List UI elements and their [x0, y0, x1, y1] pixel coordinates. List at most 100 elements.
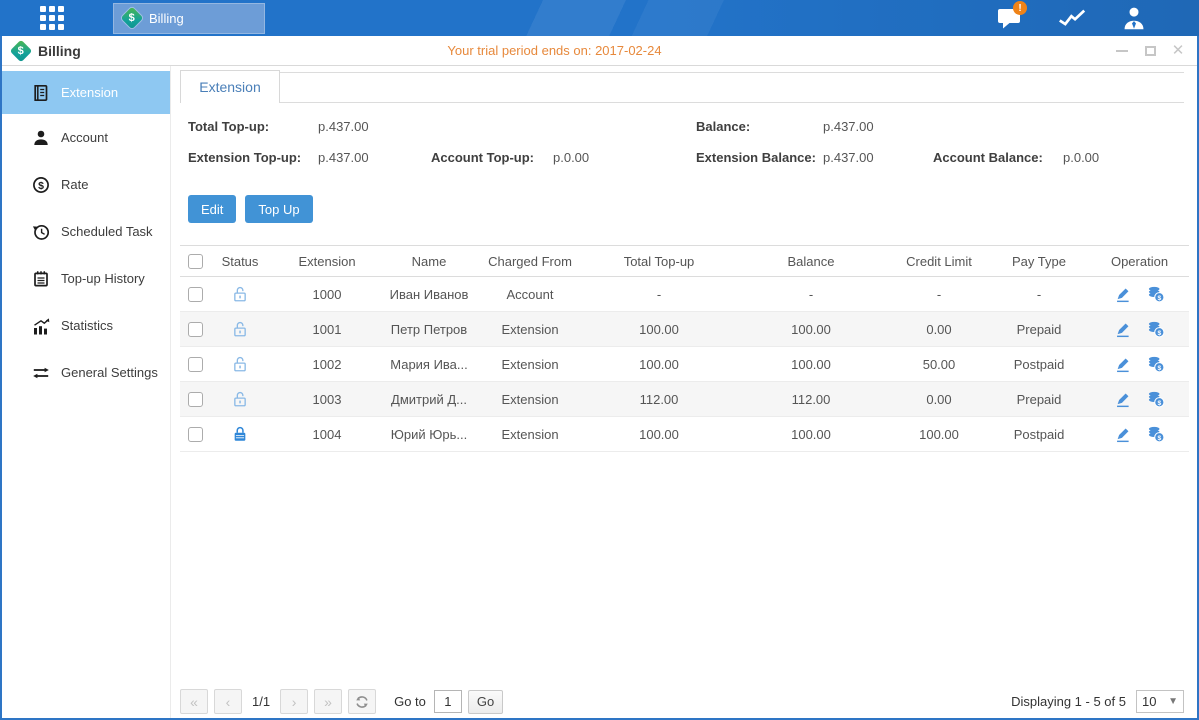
svg-text:$: $	[1157, 295, 1161, 302]
cell-pay-type: Prepaid	[988, 392, 1090, 407]
cell-balance: 100.00	[732, 357, 890, 372]
row-checkbox[interactable]	[188, 322, 203, 337]
edit-row-button[interactable]	[1114, 391, 1131, 408]
close-icon[interactable]: ✕	[1171, 44, 1185, 58]
topup-coins-icon: $	[1147, 320, 1165, 338]
app-grid-icon[interactable]	[37, 3, 67, 33]
row-checkbox[interactable]	[188, 392, 203, 407]
minimize-icon[interactable]	[1115, 44, 1129, 58]
window-title-bar: $ Billing Your trial period ends on: 201…	[2, 36, 1197, 66]
balance-summary: Total Top-up:p.437.00 Balance:p.437.00 E…	[171, 103, 1197, 175]
sidebar-item-rate[interactable]: $ Rate	[2, 161, 170, 208]
tab-extension[interactable]: Extension	[180, 70, 280, 103]
cell-charged-from: Extension	[474, 427, 586, 442]
select-all-checkbox[interactable]	[188, 254, 203, 269]
page-size-value: 10	[1142, 694, 1156, 709]
topup-row-button[interactable]: $	[1147, 390, 1165, 408]
sidebar-item-account[interactable]: Account	[2, 114, 170, 161]
tab-bar: Extension	[171, 70, 1197, 103]
cell-total-topup: 100.00	[586, 322, 732, 337]
cell-pay-type: Postpaid	[988, 357, 1090, 372]
cell-balance: 100.00	[732, 322, 890, 337]
cell-balance: -	[732, 287, 890, 302]
prev-page-button[interactable]: ‹	[214, 689, 242, 714]
edit-pencil-icon	[1114, 391, 1131, 408]
cell-extension: 1002	[270, 357, 384, 372]
edit-row-button[interactable]	[1114, 356, 1131, 373]
cell-credit-limit: 100.00	[890, 427, 988, 442]
unlocked-icon	[232, 390, 248, 408]
statistics-bar-chart-icon	[32, 317, 50, 335]
sidebar-item-label: Account	[61, 130, 108, 145]
first-page-button[interactable]: «	[180, 689, 208, 714]
goto-page-input[interactable]	[434, 690, 462, 713]
page-size-select[interactable]: 10 ▼	[1136, 690, 1184, 713]
cell-charged-from: Extension	[474, 357, 586, 372]
sidebar-item-label: Rate	[61, 177, 88, 192]
user-account-icon[interactable]	[1117, 5, 1151, 31]
extension-topup-stat: Extension Top-up:p.437.00	[188, 150, 369, 165]
maximize-icon[interactable]	[1143, 44, 1157, 58]
cell-name: Дмитрий Д...	[384, 392, 474, 407]
edit-row-button[interactable]	[1114, 426, 1131, 443]
cell-total-topup: -	[586, 287, 732, 302]
billing-window: $ Billing Your trial period ends on: 201…	[0, 36, 1199, 720]
topup-coins-icon: $	[1147, 425, 1165, 443]
messages-icon[interactable]: !	[993, 5, 1027, 31]
table-body: 1000Иван ИвановAccount----$1001Петр Петр…	[180, 277, 1189, 452]
sidebar-item-statistics[interactable]: Statistics	[2, 302, 170, 349]
cell-credit-limit: 0.00	[890, 392, 988, 407]
cell-credit-limit: 50.00	[890, 357, 988, 372]
cell-charged-from: Extension	[474, 392, 586, 407]
row-checkbox[interactable]	[188, 427, 203, 442]
topup-row-button[interactable]: $	[1147, 285, 1165, 303]
topup-row-button[interactable]: $	[1147, 355, 1165, 373]
cell-extension: 1003	[270, 392, 384, 407]
topup-coins-icon: $	[1147, 355, 1165, 373]
table-row-1002: 1002Мария Ива...Extension100.00100.0050.…	[180, 347, 1189, 382]
cell-balance: 112.00	[732, 392, 890, 407]
topup-coins-icon: $	[1147, 285, 1165, 303]
topup-row-button[interactable]: $	[1147, 425, 1165, 443]
trial-notice: Your trial period ends on: 2017-02-24	[2, 43, 1107, 58]
next-page-button[interactable]: ›	[280, 689, 308, 714]
row-checkbox[interactable]	[188, 287, 203, 302]
cell-total-topup: 100.00	[586, 427, 732, 442]
unlocked-status-icon	[232, 390, 248, 408]
billing-app-tab[interactable]: $ Billing	[113, 3, 265, 34]
edit-row-button[interactable]	[1114, 286, 1131, 303]
svg-text:$: $	[1157, 365, 1161, 372]
edit-row-button[interactable]	[1114, 321, 1131, 338]
sidebar: Extension Account $ Rate	[2, 66, 170, 718]
cell-pay-type: Prepaid	[988, 322, 1090, 337]
topup-coins-icon: $	[1147, 390, 1165, 408]
sidebar-item-general-settings[interactable]: General Settings	[2, 349, 170, 396]
statistics-chart-icon[interactable]	[1055, 5, 1089, 31]
edit-pencil-icon	[1114, 356, 1131, 373]
cell-extension: 1001	[270, 322, 384, 337]
cell-credit-limit: -	[890, 287, 988, 302]
billing-dollar-diamond-icon: $	[121, 7, 144, 30]
sidebar-item-scheduled-task[interactable]: Scheduled Task	[2, 208, 170, 255]
page-indicator: 1/1	[252, 694, 270, 709]
sidebar-item-extension[interactable]: Extension	[2, 71, 170, 114]
balance-stat: Balance:p.437.00	[696, 119, 874, 134]
sidebar-item-topup-history[interactable]: Top-up History	[2, 255, 170, 302]
table-header: Status Extension Name Charged From Total…	[180, 245, 1189, 277]
edit-button[interactable]: Edit	[188, 195, 236, 223]
row-checkbox[interactable]	[188, 357, 203, 372]
unlocked-icon	[232, 320, 248, 338]
col-operation: Operation	[1090, 254, 1189, 269]
last-page-button[interactable]: »	[314, 689, 342, 714]
unlocked-icon	[232, 355, 248, 373]
col-credit-limit: Credit Limit	[890, 254, 988, 269]
general-settings-sliders-icon	[32, 364, 50, 382]
main-content: Extension Total Top-up:p.437.00 Balance:…	[170, 66, 1197, 718]
refresh-button[interactable]	[348, 689, 376, 714]
refresh-icon	[355, 695, 369, 709]
col-total-topup: Total Top-up	[586, 254, 732, 269]
cell-balance: 100.00	[732, 427, 890, 442]
top-up-button[interactable]: Top Up	[245, 195, 312, 223]
topup-row-button[interactable]: $	[1147, 320, 1165, 338]
go-button[interactable]: Go	[468, 690, 503, 714]
